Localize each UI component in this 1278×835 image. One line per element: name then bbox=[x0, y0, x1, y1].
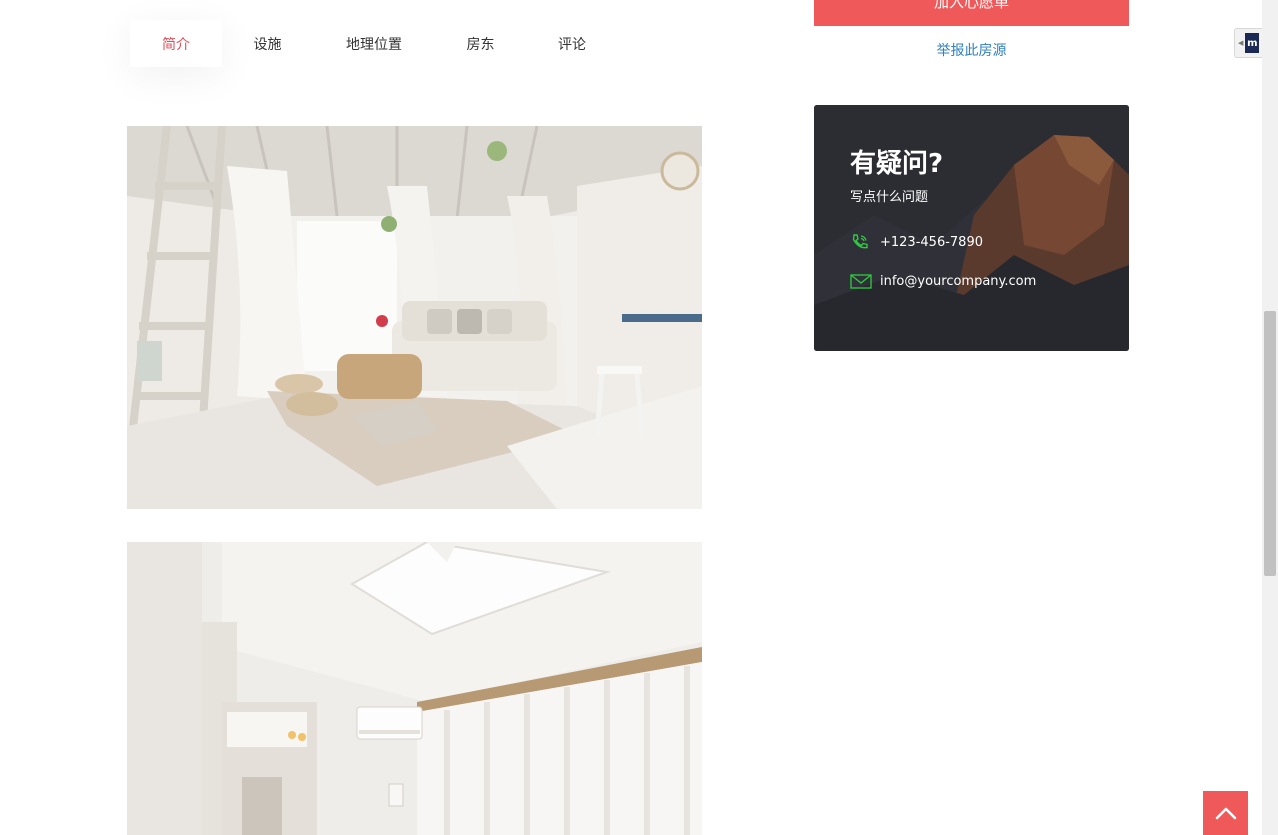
tab-location[interactable]: 地理位置 bbox=[313, 20, 435, 67]
back-to-top-button[interactable] bbox=[1203, 791, 1248, 835]
report-listing-link[interactable]: 举报此房源 bbox=[814, 40, 1129, 60]
tab-facilities[interactable]: 设施 bbox=[222, 20, 313, 67]
contact-phone-text: +123-456-7890 bbox=[880, 234, 983, 250]
side-panel-toggle[interactable]: ◀ m bbox=[1234, 28, 1262, 58]
phone-icon bbox=[850, 233, 872, 251]
tab-host[interactable]: 房东 bbox=[435, 20, 526, 67]
contact-card: 有疑问? 写点什么问题 +123-456-7890 info@yourcompa… bbox=[814, 105, 1129, 351]
add-to-wishlist-button[interactable]: 加入心愿单 bbox=[814, 0, 1129, 26]
contact-subtitle: 写点什么问题 bbox=[850, 190, 929, 205]
caret-left-icon: ◀ bbox=[1238, 39, 1244, 47]
side-panel-logo: m bbox=[1245, 33, 1260, 53]
contact-card-content: 有疑问? 写点什么问题 +123-456-7890 info@yourcompa… bbox=[814, 105, 1129, 351]
tab-intro[interactable]: 简介 bbox=[130, 20, 222, 67]
chevron-up-icon bbox=[1215, 807, 1236, 820]
listing-photo-loft[interactable] bbox=[127, 542, 702, 835]
envelope-icon bbox=[850, 272, 872, 290]
detail-tabs: 简介 设施 地理位置 房东 评论 bbox=[130, 20, 618, 67]
tab-reviews[interactable]: 评论 bbox=[526, 20, 618, 67]
contact-email-text: info@yourcompany.com bbox=[880, 273, 1037, 289]
vertical-scrollbar[interactable] bbox=[1262, 0, 1278, 835]
scrollbar-thumb[interactable] bbox=[1264, 311, 1276, 576]
contact-email[interactable]: info@yourcompany.com bbox=[850, 272, 1036, 290]
listing-photo-living-room[interactable] bbox=[127, 126, 702, 509]
contact-title: 有疑问? bbox=[850, 149, 944, 179]
contact-phone[interactable]: +123-456-7890 bbox=[850, 233, 983, 251]
